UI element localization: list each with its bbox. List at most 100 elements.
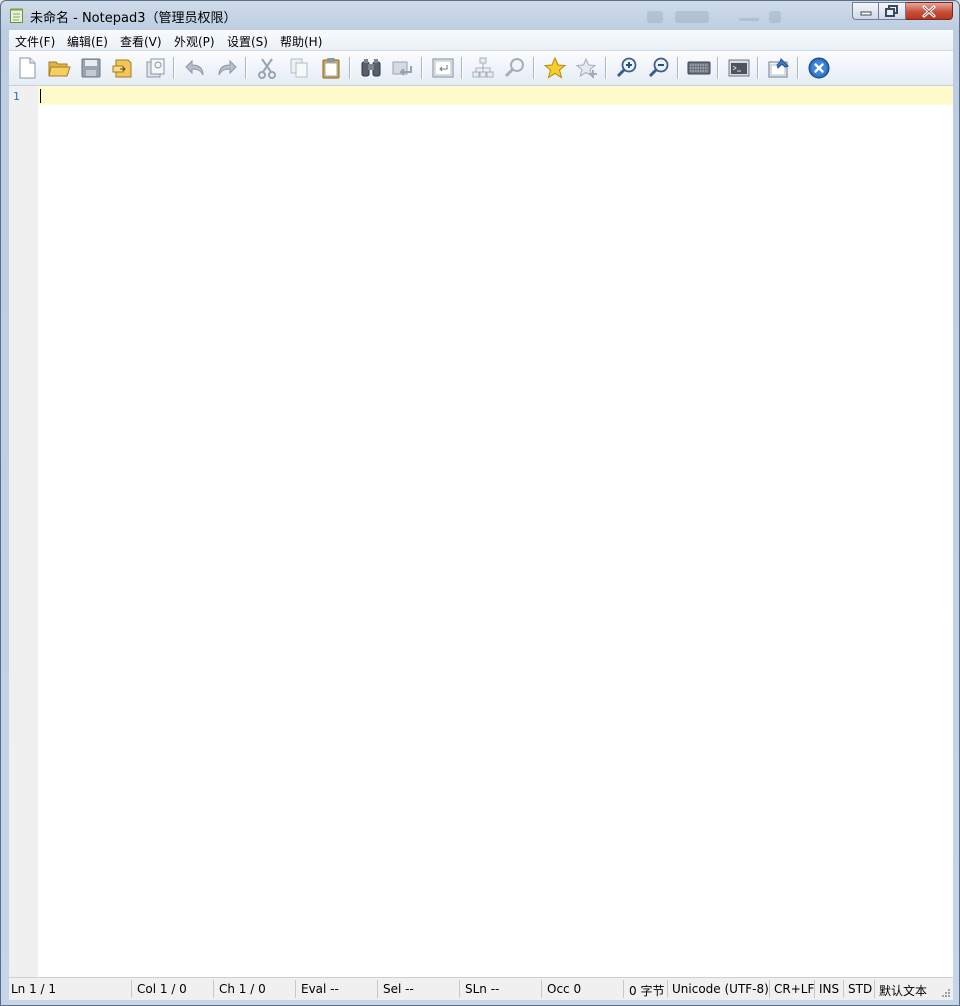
replace-icon bbox=[391, 56, 415, 80]
status-selection[interactable]: Sel -- bbox=[383, 982, 414, 996]
window-title: 未命名 - Notepad3（管理员权限） bbox=[30, 7, 236, 26]
status-separator bbox=[769, 980, 770, 998]
bookmark-button[interactable] bbox=[543, 56, 567, 80]
minimize-button[interactable] bbox=[852, 2, 879, 20]
find-in-files-icon bbox=[503, 56, 527, 80]
terminal-icon bbox=[727, 56, 751, 80]
restore-icon bbox=[879, 3, 905, 19]
zoom-out-icon bbox=[647, 56, 671, 80]
replace-button[interactable] bbox=[391, 56, 415, 80]
zoom-in-button[interactable] bbox=[615, 56, 639, 80]
paste-icon bbox=[319, 56, 343, 80]
tree-button[interactable] bbox=[471, 56, 495, 80]
status-separator bbox=[874, 980, 875, 998]
menu-settings[interactable]: 设置(S) bbox=[227, 33, 268, 50]
save-as-icon bbox=[111, 56, 135, 80]
resize-grip-icon[interactable] bbox=[941, 988, 951, 998]
status-separator bbox=[814, 980, 815, 998]
status-std[interactable]: STD bbox=[848, 982, 872, 996]
toolbar-separator bbox=[245, 57, 247, 79]
toolbar-separator bbox=[717, 57, 719, 79]
add-bookmark-icon bbox=[575, 56, 599, 80]
toolbar-separator bbox=[797, 57, 799, 79]
status-separator bbox=[667, 980, 668, 998]
status-char[interactable]: Ch 1 / 0 bbox=[219, 982, 266, 996]
open-button[interactable] bbox=[47, 56, 71, 80]
status-separator bbox=[541, 980, 542, 998]
status-line[interactable]: Ln 1 / 1 bbox=[11, 982, 56, 996]
toolbar-separator bbox=[349, 57, 351, 79]
find-button[interactable] bbox=[359, 56, 383, 80]
app-window: 未命名 - Notepad3（管理员权限） 文件(F) 编辑(E) 查看(V) … bbox=[0, 0, 960, 1006]
title-bar[interactable]: 未命名 - Notepad3（管理员权限） bbox=[1, 1, 959, 29]
open-folder-icon bbox=[47, 56, 71, 80]
close-icon bbox=[906, 3, 952, 19]
terminal-button[interactable] bbox=[727, 56, 751, 80]
word-wrap-icon bbox=[431, 56, 455, 80]
status-lexer[interactable]: 默认文本 bbox=[879, 982, 927, 999]
status-separator bbox=[377, 980, 378, 998]
ghost-artifact bbox=[647, 11, 663, 23]
ghost-artifact bbox=[739, 18, 759, 21]
copy-button[interactable] bbox=[287, 56, 311, 80]
save-as-button[interactable] bbox=[111, 56, 135, 80]
status-separator bbox=[295, 980, 296, 998]
close-button[interactable] bbox=[906, 2, 953, 20]
new-file-button[interactable] bbox=[15, 56, 39, 80]
toolbar-separator bbox=[677, 57, 679, 79]
status-encoding[interactable]: Unicode (UTF-8) bbox=[672, 982, 769, 996]
status-eol[interactable]: CR+LF bbox=[774, 982, 814, 996]
status-bytes[interactable]: 0 字节 bbox=[629, 982, 664, 999]
new-file-icon bbox=[15, 56, 39, 80]
menu-edit[interactable]: 编辑(E) bbox=[67, 33, 108, 50]
undo-icon bbox=[183, 56, 207, 80]
tree-icon bbox=[471, 56, 495, 80]
menu-bar: 文件(F) 编辑(E) 查看(V) 外观(P) 设置(S) 帮助(H) bbox=[9, 30, 953, 51]
text-caret bbox=[40, 89, 41, 103]
zoom-in-icon bbox=[615, 56, 639, 80]
save-copy-button[interactable] bbox=[143, 56, 167, 80]
status-insert-mode[interactable]: INS bbox=[819, 982, 839, 996]
menu-help[interactable]: 帮助(H) bbox=[280, 33, 322, 50]
zoom-out-button[interactable] bbox=[647, 56, 671, 80]
exit-button[interactable] bbox=[807, 56, 831, 80]
text-editor[interactable]: 1 bbox=[9, 85, 953, 978]
redo-button[interactable] bbox=[215, 56, 239, 80]
minimize-icon bbox=[853, 3, 879, 19]
status-sel-lines[interactable]: SLn -- bbox=[465, 982, 499, 996]
cut-button[interactable] bbox=[255, 56, 279, 80]
exit-icon bbox=[807, 56, 831, 80]
status-separator bbox=[213, 980, 214, 998]
status-separator bbox=[131, 980, 132, 998]
toolbar-separator bbox=[605, 57, 607, 79]
save-button[interactable] bbox=[79, 56, 103, 80]
save-copy-icon bbox=[143, 56, 167, 80]
bookmark-icon bbox=[543, 56, 567, 80]
add-bookmark-button[interactable] bbox=[575, 56, 599, 80]
toolbar-separator bbox=[757, 57, 759, 79]
menu-appearance[interactable]: 外观(P) bbox=[174, 33, 215, 50]
maximize-button[interactable] bbox=[879, 2, 906, 20]
undo-button[interactable] bbox=[183, 56, 207, 80]
find-icon bbox=[359, 56, 383, 80]
status-column[interactable]: Col 1 / 0 bbox=[137, 982, 187, 996]
status-occurrences[interactable]: Occ 0 bbox=[547, 982, 581, 996]
status-bar: Ln 1 / 1 Col 1 / 0 Ch 1 / 0 Eval -- Sel … bbox=[9, 977, 953, 1000]
status-separator bbox=[459, 980, 460, 998]
toolbar-separator bbox=[533, 57, 535, 79]
toolbar-separator bbox=[421, 57, 423, 79]
find-in-files-button[interactable] bbox=[503, 56, 527, 80]
pin-button[interactable] bbox=[767, 56, 791, 80]
paste-button[interactable] bbox=[319, 56, 343, 80]
word-wrap-button[interactable] bbox=[431, 56, 455, 80]
menu-file[interactable]: 文件(F) bbox=[15, 33, 55, 50]
status-eval[interactable]: Eval -- bbox=[301, 982, 339, 996]
keyboard-button[interactable] bbox=[687, 56, 711, 80]
save-icon bbox=[79, 56, 103, 80]
menu-view[interactable]: 查看(V) bbox=[120, 33, 162, 50]
ghost-artifact bbox=[769, 11, 781, 23]
status-separator bbox=[623, 980, 624, 998]
toolbar bbox=[9, 51, 953, 85]
current-line-highlight bbox=[38, 86, 953, 105]
ghost-artifact bbox=[675, 11, 709, 23]
